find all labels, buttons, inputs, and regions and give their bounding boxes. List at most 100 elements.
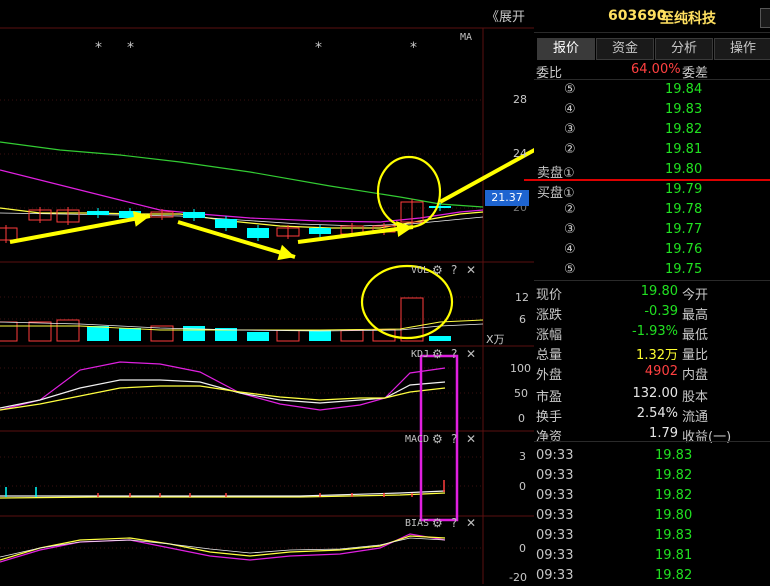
macd-close-icon[interactable]: ✕ — [466, 432, 476, 446]
bias-axis-tick-minus20: -20 — [509, 571, 527, 584]
kdj-settings-icon[interactable]: ⚙ — [432, 347, 443, 361]
bias-settings-icon[interactable]: ⚙ — [432, 516, 443, 530]
candle-down — [429, 206, 451, 208]
tick-price: 19.82 — [655, 568, 693, 583]
tick-price: 19.83 — [655, 528, 693, 543]
tab-operate[interactable]: 操作 — [714, 38, 770, 60]
bias-help-icon[interactable]: ? — [451, 516, 457, 530]
tab-analysis[interactable]: 分析 — [655, 38, 713, 60]
volume-bar-up — [276, 329, 300, 342]
volume-bar-down — [119, 328, 141, 341]
candle-down — [309, 228, 331, 234]
vol-settings-icon[interactable]: ⚙ — [432, 263, 443, 277]
tick-price: 19.82 — [655, 468, 693, 483]
stat-label-2: 内盘 — [682, 368, 709, 383]
stat-value: 2.54% — [636, 406, 678, 421]
tab-quote[interactable]: 报价 — [537, 38, 595, 60]
header-side-button[interactable] — [760, 8, 770, 28]
stat-row: 总量 1.32万 量比 — [534, 342, 770, 363]
vol-ma-white — [0, 321, 484, 332]
macd-settings-icon[interactable]: ⚙ — [432, 432, 443, 446]
kline-chart-area[interactable]: * * * * MA 28 24 20 21.37 VOL ⚙ ? ✕ 12 6 X万… — [0, 0, 534, 584]
stat-label: 现价 — [536, 288, 563, 303]
tick-time: 09:33 — [536, 568, 574, 583]
ask-level-label: ⑤ — [564, 82, 576, 97]
tick-price: 19.83 — [655, 448, 693, 463]
vol-close-icon[interactable]: ✕ — [466, 263, 476, 277]
bid-price: 19.75 — [665, 262, 703, 277]
kdj-close-icon[interactable]: ✕ — [466, 347, 476, 361]
bid-price: 19.77 — [665, 222, 703, 237]
stat-value: 19.80 — [640, 284, 678, 299]
volume-bar-down — [247, 332, 269, 341]
stat-label: 总量 — [536, 348, 563, 363]
kdj-axis-tick-0: 0 — [518, 412, 525, 425]
bid-level-label: ③ — [564, 222, 576, 237]
event-marker-star: * — [95, 40, 102, 56]
bid-level-row: 买盘① 19.79 — [534, 180, 770, 201]
tick-row: 09:33 19.81 — [534, 546, 770, 566]
price-axis-tick-24: 24 — [513, 147, 527, 160]
ask-price: 19.83 — [665, 102, 703, 117]
ask-level-row: ③ 19.82 — [534, 120, 770, 140]
ask-price: 19.80 — [665, 162, 703, 177]
tick-row: 09:33 19.80 — [534, 506, 770, 526]
stat-label: 涨幅 — [536, 328, 563, 343]
stat-label: 涨跌 — [536, 308, 563, 323]
stat-label-2: 最高 — [682, 308, 709, 323]
volume-bar-up — [28, 321, 52, 342]
ask-level-row: ② 19.81 — [534, 140, 770, 160]
expand-button[interactable]: 《展开 — [486, 6, 525, 25]
volume-bar-down — [309, 330, 331, 341]
volume-bar-down — [429, 336, 451, 341]
stat-label: 市盈 — [536, 390, 563, 405]
kdj-axis-tick-50: 50 — [514, 387, 528, 400]
volume-bar-down — [87, 326, 109, 341]
stat-row: 现价 19.80 今开 — [534, 282, 770, 303]
divider — [534, 280, 770, 281]
stat-value: -0.39 — [644, 304, 678, 319]
order-ratio-row: 委比 64.00% 委差 — [534, 60, 770, 81]
tick-row: 09:33 19.82 — [534, 486, 770, 506]
macd-help-icon[interactable]: ? — [451, 432, 457, 446]
bid-level-label: ⑤ — [564, 262, 576, 277]
bid-price: 19.76 — [665, 242, 703, 257]
bid-level-row: ⑤ 19.75 — [534, 260, 770, 280]
bias-axis-tick-0: 0 — [519, 542, 526, 555]
candle-down — [215, 219, 237, 228]
bid-level-row: ③ 19.77 — [534, 220, 770, 240]
bias-close-icon[interactable]: ✕ — [466, 516, 476, 530]
stat-row: 外盘 4902 内盘 — [534, 362, 770, 383]
kdj-axis-tick-100: 100 — [510, 362, 531, 375]
stat-row: 市盈 132.00 股本 — [534, 384, 770, 405]
kline-chart-canvas[interactable]: * * * * — [0, 0, 534, 584]
quote-panel: 《展开 603690 至纯科技 报价 资金 分析 操作 委比 64.00% 委差… — [486, 0, 770, 584]
vol-help-icon[interactable]: ? — [451, 263, 457, 277]
stat-label-2: 今开 — [682, 288, 709, 303]
price-axis-tick-28: 28 — [513, 93, 527, 106]
stat-label-2: 流通 — [682, 410, 709, 425]
tick-row: 09:33 19.82 — [534, 466, 770, 486]
candle-down — [87, 211, 109, 215]
divider — [534, 441, 770, 442]
volume-bar-down — [183, 326, 205, 341]
stock-code: 603690 — [608, 8, 667, 24]
ma-line-green — [0, 141, 484, 208]
tick-price: 19.81 — [655, 548, 693, 563]
stat-value: -1.93% — [632, 324, 678, 339]
tab-funds[interactable]: 资金 — [596, 38, 654, 60]
bias-line-magenta — [0, 533, 446, 563]
ask-level-row: ④ 19.83 — [534, 100, 770, 120]
stat-value: 4902 — [644, 364, 678, 379]
kdj-help-icon[interactable]: ? — [451, 347, 457, 361]
ask-price: 19.81 — [665, 142, 703, 157]
ask-level-label: ④ — [564, 102, 576, 117]
tick-time: 09:33 — [536, 528, 574, 543]
stat-label: 净资 — [536, 430, 563, 445]
stat-row: 涨跌 -0.39 最高 — [534, 302, 770, 323]
tick-price: 19.80 — [655, 508, 693, 523]
volume-bar-up — [0, 321, 18, 342]
tick-time: 09:33 — [536, 488, 574, 503]
vol-axis-tick-6: 6 — [519, 313, 526, 326]
candle-down — [183, 212, 205, 218]
